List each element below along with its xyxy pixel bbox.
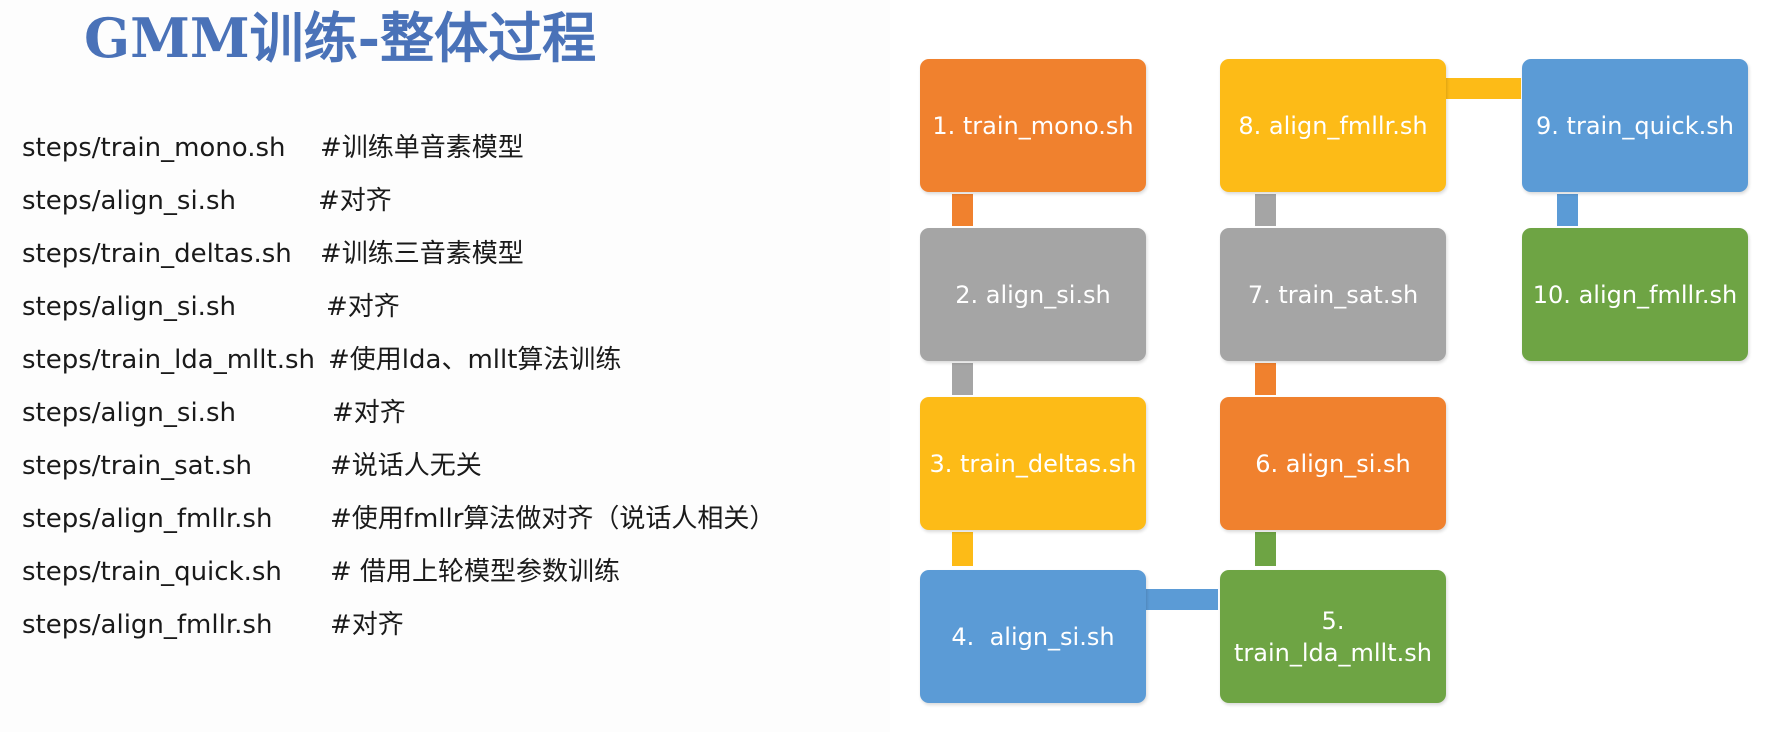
list-item: steps/align_si.sh #对齐 [22, 287, 882, 340]
connector-5-6 [1255, 532, 1276, 566]
flow-box-label-line2: train_lda_mllt.sh [1234, 638, 1432, 667]
step-command: steps/align_fmllr.sh [22, 610, 273, 640]
list-item: steps/train_lda_mllt.sh #使用lda、mllt算法训练 [22, 340, 882, 393]
step-command: steps/train_lda_mllt.sh [22, 345, 315, 375]
step-command: steps/train_quick.sh [22, 557, 282, 587]
flow-box-label-line1: 5. [1321, 606, 1345, 635]
page-title: GMM训练-整体过程 [84, 6, 597, 70]
step-command: steps/train_mono.sh [22, 133, 286, 163]
connector-1-2 [952, 194, 973, 226]
flow-box-label: 10. align_fmllr.sh [1532, 280, 1738, 309]
step-comment: #对齐 [330, 610, 404, 640]
step-comment: # 借用上轮模型参数训练 [330, 557, 621, 587]
flow-box-6: 6. align_si.sh [1220, 397, 1446, 530]
connector-2-3 [952, 363, 973, 395]
connector-6-7 [1255, 363, 1276, 395]
flow-box-9: 9. train_quick.sh [1522, 59, 1748, 192]
list-item: steps/align_si.sh #对齐 [22, 393, 882, 446]
step-comment: #训练单音素模型 [320, 133, 524, 163]
flow-box-7: 7. train_sat.sh [1220, 228, 1446, 361]
connector-3-4 [952, 532, 973, 566]
step-command: steps/align_si.sh [22, 398, 236, 428]
flow-box-label: 7. train_sat.sh [1247, 280, 1419, 309]
connector-7-8 [1255, 194, 1276, 226]
connector-4-5 [1145, 589, 1218, 610]
list-item: steps/train_mono.sh #训练单音素模型 [22, 128, 882, 181]
connector-8-9 [1446, 78, 1521, 99]
step-comment: #说话人无关 [330, 451, 482, 481]
steps-list: steps/train_mono.sh #训练单音素模型 steps/align… [22, 128, 882, 658]
step-command: steps/train_deltas.sh [22, 239, 292, 269]
step-comment: #使用fmllr算法做对齐（说话人相关） [330, 504, 776, 534]
flow-box-10: 10. align_fmllr.sh [1522, 228, 1748, 361]
step-command: steps/train_sat.sh [22, 451, 253, 481]
step-command: steps/align_si.sh [22, 186, 236, 216]
flow-box-1: 1. train_mono.sh [920, 59, 1146, 192]
step-comment: #对齐 [326, 292, 400, 322]
step-command: steps/align_fmllr.sh [22, 504, 273, 534]
step-command: steps/align_si.sh [22, 292, 236, 322]
step-comment: #训练三音素模型 [320, 239, 524, 269]
flow-box-4: 4. align_si.sh [920, 570, 1146, 703]
flow-box-2: 2. align_si.sh [920, 228, 1146, 361]
list-item: steps/align_si.sh #对齐 [22, 181, 882, 234]
flow-box-label: 3. train_deltas.sh [929, 449, 1137, 478]
flow-box-label: 2. align_si.sh [955, 280, 1111, 309]
list-item: steps/align_fmllr.sh #对齐 [22, 605, 882, 658]
flow-box-label: 8. align_fmllr.sh [1238, 111, 1428, 140]
flow-box-label: 1. train_mono.sh [932, 111, 1134, 140]
list-item: steps/train_quick.sh # 借用上轮模型参数训练 [22, 552, 882, 605]
step-comment: #对齐 [318, 186, 392, 216]
step-comment: #对齐 [332, 398, 406, 428]
flow-box-label: 6. align_si.sh [1255, 449, 1411, 478]
flow-box-3: 3. train_deltas.sh [920, 397, 1146, 530]
list-item: steps/train_sat.sh #说话人无关 [22, 446, 882, 499]
list-item: steps/align_fmllr.sh #使用fmllr算法做对齐（说话人相关… [22, 499, 882, 552]
flow-box-label: 4. align_si.sh [951, 622, 1115, 651]
flow-box-label: 9. train_quick.sh [1536, 111, 1734, 140]
list-item: steps/train_deltas.sh #训练三音素模型 [22, 234, 882, 287]
flow-box-8: 8. align_fmllr.sh [1220, 59, 1446, 192]
connector-9-10 [1557, 194, 1578, 226]
step-comment: #使用lda、mllt算法训练 [328, 345, 622, 375]
flow-box-5: 5. train_lda_mllt.sh [1220, 570, 1446, 703]
